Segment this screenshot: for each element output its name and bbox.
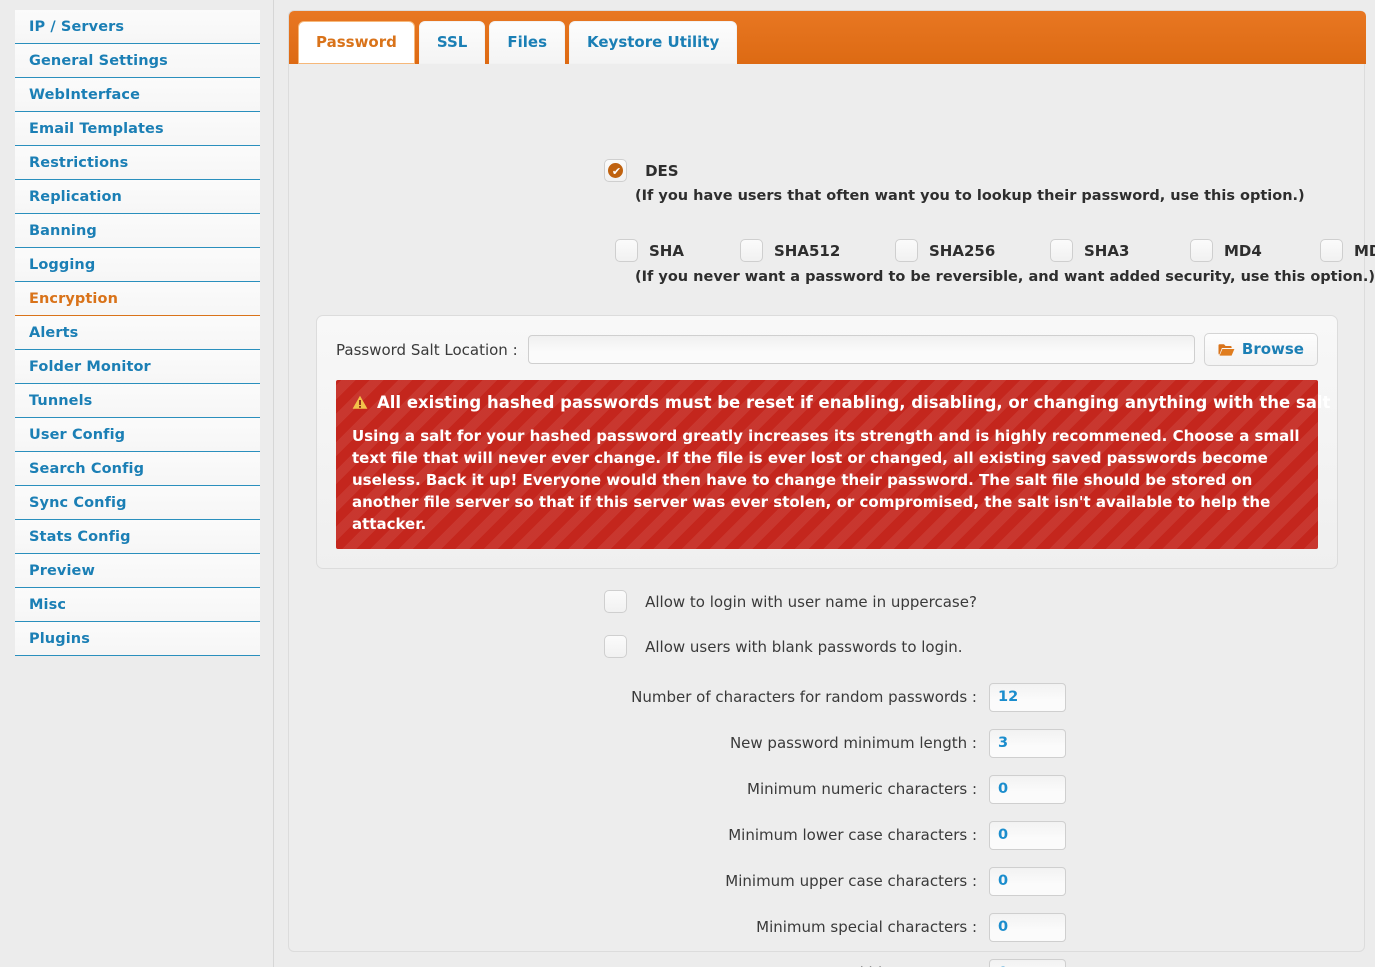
sidebar-item-tunnels[interactable]: Tunnels xyxy=(15,384,260,418)
hash-option-md5: MD5 xyxy=(1309,239,1375,262)
hash-option-sha256: SHA256 xyxy=(884,239,995,262)
field-row-password-history-count: Password history count : xyxy=(289,950,1079,967)
main-panel: PasswordSSLFilesKeystore Utility DES (If… xyxy=(288,10,1375,967)
tab-password[interactable]: Password xyxy=(298,21,415,64)
hash-option-sha3: SHA3 xyxy=(1039,239,1129,262)
sidebar: IP / Servers General Settings WebInterface… xyxy=(0,0,274,967)
sidebar-item-email-templates[interactable]: Email Templates xyxy=(15,112,260,146)
sidebar-item-webinterface[interactable]: WebInterface xyxy=(15,78,260,112)
hash-checkbox-md4[interactable] xyxy=(1190,239,1213,262)
salt-warning-body: Using a salt for your hashed password gr… xyxy=(352,425,1302,535)
field-label-number-of-characters-for-random-passwords: Number of characters for random password… xyxy=(631,688,977,706)
field-label-minimum-special-characters: Minimum special characters : xyxy=(756,918,977,936)
hash-label-sha512: SHA512 xyxy=(774,241,841,260)
hash-checkbox-sha[interactable] xyxy=(615,239,638,262)
field-input-minimum-special-characters[interactable] xyxy=(989,912,1066,942)
hash-label-md5: MD5 xyxy=(1354,241,1375,260)
hash-label-sha: SHA xyxy=(649,241,684,260)
tab-bar: Password SSL Files Keystore Utility xyxy=(289,11,1366,64)
field-label-minimum-upper-case-characters: Minimum upper case characters : xyxy=(725,872,977,890)
salt-warning-title: All existing hashed passwords must be re… xyxy=(377,393,1331,412)
folder-open-icon xyxy=(1218,343,1235,357)
sidebar-item-restrictions[interactable]: Restrictions xyxy=(15,146,260,180)
des-option-row: DES xyxy=(604,159,679,183)
sidebar-item-plugins[interactable]: Plugins xyxy=(15,622,260,656)
hash-checkbox-sha256[interactable] xyxy=(895,239,918,262)
field-row-minimum-upper-case-characters: Minimum upper case characters : xyxy=(289,858,1079,904)
sidebar-nav: IP / Servers General Settings WebInterface… xyxy=(15,10,260,656)
sidebar-item-sync-config[interactable]: Sync Config xyxy=(15,486,260,520)
hash-option-sha: SHA xyxy=(604,239,684,262)
sidebar-item-preview[interactable]: Preview xyxy=(15,554,260,588)
allow-blank-password-label: Allow users with blank passwords to logi… xyxy=(645,637,963,656)
hash-checkbox-sha512[interactable] xyxy=(740,239,763,262)
sidebar-item-logging[interactable]: Logging xyxy=(15,248,260,282)
browse-button-label: Browse xyxy=(1241,340,1304,358)
field-row-minimum-special-characters: Minimum special characters : xyxy=(289,904,1079,950)
hash-hint: (If you never want a password to be reve… xyxy=(635,269,1375,285)
sidebar-item-alerts[interactable]: Alerts xyxy=(15,316,260,350)
allow-uppercase-login-checkbox[interactable] xyxy=(604,590,627,613)
field-input-password-history-count[interactable] xyxy=(989,958,1066,967)
sidebar-item-misc[interactable]: Misc xyxy=(15,588,260,622)
salt-location-input[interactable] xyxy=(527,335,1195,364)
sidebar-item-folder-monitor[interactable]: Folder Monitor xyxy=(15,350,260,384)
field-row-minimum-numeric-characters: Minimum numeric characters : xyxy=(289,766,1079,812)
option-row-blank-password-login: Allow users with blank passwords to logi… xyxy=(604,635,963,658)
sidebar-item-user-config[interactable]: User Config xyxy=(15,418,260,452)
salt-warning-title-row: All existing hashed passwords must be re… xyxy=(352,393,1330,412)
field-input-minimum-upper-case-characters[interactable] xyxy=(989,866,1066,896)
field-label-minimum-lower-case-characters: Minimum lower case characters : xyxy=(728,826,977,844)
tab-content-password: DES (If you have users that often want y… xyxy=(289,64,1375,967)
hash-label-md4: MD4 xyxy=(1224,241,1262,260)
hash-option-sha512: SHA512 xyxy=(729,239,840,262)
salt-location-row: Password Salt Location : Browse xyxy=(336,333,1318,366)
field-row-minimum-lower-case-characters: Minimum lower case characters : xyxy=(289,812,1079,858)
des-checkbox[interactable] xyxy=(604,159,628,183)
browse-button[interactable]: Browse xyxy=(1203,333,1318,366)
hash-checkbox-sha3[interactable] xyxy=(1050,239,1073,262)
sidebar-item-ip-servers[interactable]: IP / Servers xyxy=(15,10,260,44)
field-input-minimum-numeric-characters[interactable] xyxy=(989,774,1066,804)
field-label-minimum-numeric-characters: Minimum numeric characters : xyxy=(747,780,977,798)
field-row-number-of-characters-for-random-passwords: Number of characters for random password… xyxy=(289,674,1079,720)
sidebar-item-replication[interactable]: Replication xyxy=(15,180,260,214)
hash-label-sha3: SHA3 xyxy=(1084,241,1130,260)
sidebar-item-search-config[interactable]: Search Config xyxy=(15,452,260,486)
salt-warning-body-emphasis: never ever change xyxy=(497,449,656,467)
field-input-new-password-minimum-length[interactable] xyxy=(989,728,1066,758)
tab-keystore-utility[interactable]: Keystore Utility xyxy=(569,21,738,64)
des-hint: (If you have users that often want you t… xyxy=(635,188,1305,204)
salt-location-label: Password Salt Location : xyxy=(336,340,518,359)
option-row-uppercase-login: Allow to login with user name in upperca… xyxy=(604,590,977,613)
field-input-number-of-characters-for-random-passwords[interactable] xyxy=(989,682,1066,712)
warning-triangle-icon xyxy=(352,395,368,410)
field-input-minimum-lower-case-characters[interactable] xyxy=(989,820,1066,850)
tab-ssl[interactable]: SSL xyxy=(418,21,486,64)
hash-option-md4: MD4 xyxy=(1179,239,1262,262)
field-label-new-password-minimum-length: New password minimum length : xyxy=(729,734,977,752)
salt-warning-banner: All existing hashed passwords must be re… xyxy=(336,380,1330,549)
sidebar-item-encryption[interactable]: Encryption xyxy=(15,282,260,316)
sidebar-item-general-settings[interactable]: General Settings xyxy=(15,44,260,78)
field-row-new-password-minimum-length: New password minimum length : xyxy=(289,720,1079,766)
allow-blank-password-checkbox[interactable] xyxy=(604,635,627,658)
hash-options-row: SHASHA512SHA256SHA3MD4MD5ARGOND xyxy=(604,239,1375,265)
password-salt-panel: Password Salt Location : Browse All exis… xyxy=(316,315,1338,569)
tab-files[interactable]: Files xyxy=(489,21,566,64)
hash-checkbox-md5[interactable] xyxy=(1320,239,1343,262)
des-label: DES xyxy=(645,161,679,180)
password-policy-fields: Number of characters for random password… xyxy=(289,674,1079,967)
allow-uppercase-login-label: Allow to login with user name in upperca… xyxy=(645,592,977,611)
sidebar-item-banning[interactable]: Banning xyxy=(15,214,260,248)
hash-label-sha256: SHA256 xyxy=(929,241,996,260)
app-page: IP / Servers General Settings WebInterface… xyxy=(0,0,1375,967)
sidebar-item-stats-config[interactable]: Stats Config xyxy=(15,520,260,554)
